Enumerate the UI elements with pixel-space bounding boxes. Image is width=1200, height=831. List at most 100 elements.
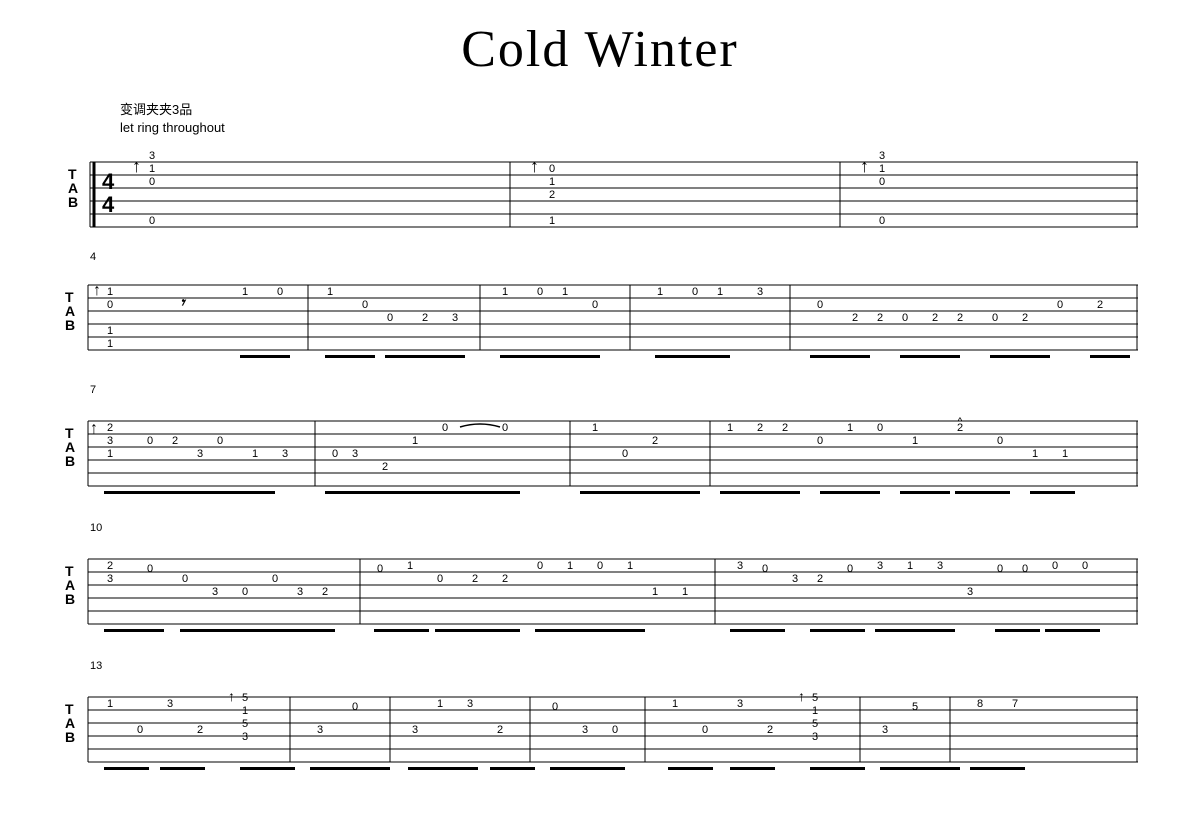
- svg-text:2: 2: [107, 560, 113, 572]
- svg-text:3: 3: [317, 724, 323, 736]
- svg-text:1: 1: [107, 698, 113, 710]
- svg-text:2: 2: [107, 422, 113, 434]
- svg-text:3: 3: [967, 586, 973, 598]
- svg-text:0: 0: [1022, 563, 1028, 575]
- svg-text:↑: ↑: [228, 688, 235, 704]
- svg-text:↑: ↑: [93, 282, 101, 299]
- tab-section-5: 13 T A B 1 0 3 2 ↑ 5 1 5 3 3 0: [60, 659, 1140, 779]
- svg-text:0: 0: [762, 563, 768, 575]
- svg-text:1: 1: [502, 286, 508, 298]
- svg-text:1: 1: [657, 286, 663, 298]
- svg-text:1: 1: [252, 448, 258, 460]
- svg-text:1: 1: [727, 422, 733, 434]
- svg-text:B: B: [65, 317, 75, 333]
- svg-text:0: 0: [1052, 560, 1058, 572]
- svg-text:5: 5: [812, 718, 818, 730]
- svg-text:1: 1: [907, 560, 913, 572]
- svg-text:↑: ↑: [530, 156, 539, 176]
- svg-text:0: 0: [182, 573, 188, 585]
- svg-text:2: 2: [322, 586, 328, 598]
- svg-text:5: 5: [812, 692, 818, 704]
- svg-text:0: 0: [537, 560, 543, 572]
- svg-text:0: 0: [552, 701, 558, 713]
- svg-text:4: 4: [102, 192, 115, 217]
- tab-staff-2: 4 T A B ↑ 1 0 1 1 𝄾 1 0: [60, 250, 1140, 365]
- svg-text:0: 0: [992, 312, 998, 324]
- svg-text:1: 1: [242, 286, 248, 298]
- tab-section-1: 变调夹夹3品 let ring throughout T A B 4 4 ↑ 3: [60, 99, 1140, 232]
- tab-staff-5: 13 T A B 1 0 3 2 ↑ 5 1 5 3 3 0: [60, 659, 1140, 779]
- svg-text:0: 0: [702, 724, 708, 736]
- svg-text:3: 3: [452, 312, 458, 324]
- svg-text:1: 1: [592, 422, 598, 434]
- svg-text:5: 5: [912, 701, 918, 713]
- svg-text:0: 0: [442, 422, 448, 434]
- svg-text:0: 0: [902, 312, 908, 324]
- svg-text:0: 0: [612, 724, 618, 736]
- svg-text:1: 1: [107, 286, 113, 298]
- svg-text:2: 2: [1022, 312, 1028, 324]
- svg-text:0: 0: [217, 435, 223, 447]
- svg-text:1: 1: [567, 560, 573, 572]
- svg-text:0: 0: [147, 435, 153, 447]
- svg-text:1: 1: [562, 286, 568, 298]
- svg-text:2: 2: [957, 422, 963, 434]
- svg-text:13: 13: [90, 660, 102, 672]
- svg-text:2: 2: [757, 422, 763, 434]
- tab-section-4: 10 T A B 2 3 0 0 3 0 0 3 2 0 1 0: [60, 521, 1140, 641]
- svg-text:2: 2: [1097, 299, 1103, 311]
- svg-text:0: 0: [597, 560, 603, 572]
- svg-text:3: 3: [107, 435, 113, 447]
- svg-text:0: 0: [137, 724, 143, 736]
- svg-text:0: 0: [437, 573, 443, 585]
- svg-text:0: 0: [817, 299, 823, 311]
- svg-text:1: 1: [912, 435, 918, 447]
- svg-text:↑: ↑: [860, 156, 869, 176]
- svg-text:1: 1: [107, 338, 113, 350]
- svg-text:3: 3: [737, 560, 743, 572]
- svg-text:3: 3: [167, 698, 173, 710]
- svg-text:2: 2: [932, 312, 938, 324]
- svg-text:8: 8: [977, 698, 983, 710]
- svg-text:1: 1: [327, 286, 333, 298]
- svg-text:3: 3: [149, 150, 155, 162]
- svg-text:0: 0: [997, 435, 1003, 447]
- tab-staff-3: 7 T A B ↑ 2 3 1 0 2 3 0 1 3 0: [60, 383, 1140, 503]
- svg-text:0: 0: [502, 422, 508, 434]
- svg-text:0: 0: [377, 563, 383, 575]
- svg-text:2: 2: [957, 312, 963, 324]
- svg-text:10: 10: [90, 522, 102, 534]
- svg-text:3: 3: [412, 724, 418, 736]
- svg-text:1: 1: [549, 215, 555, 227]
- tab-staff-1: T A B 4 4 ↑ 3 1 0 0: [60, 137, 1140, 232]
- capo-text: 变调夹夹3品: [120, 99, 1140, 118]
- svg-text:1: 1: [672, 698, 678, 710]
- svg-text:0: 0: [847, 563, 853, 575]
- svg-text:3: 3: [352, 448, 358, 460]
- svg-text:0: 0: [332, 448, 338, 460]
- svg-text:1: 1: [549, 176, 555, 188]
- svg-text:0: 0: [242, 586, 248, 598]
- svg-text:2: 2: [497, 724, 503, 736]
- svg-text:↑: ↑: [90, 420, 98, 437]
- svg-text:1: 1: [652, 586, 658, 598]
- svg-text:0: 0: [692, 286, 698, 298]
- svg-text:B: B: [68, 194, 78, 210]
- svg-text:1: 1: [149, 163, 155, 175]
- tab-staff-4: 10 T A B 2 3 0 0 3 0 0 3 2 0 1 0: [60, 521, 1140, 641]
- svg-text:3: 3: [212, 586, 218, 598]
- svg-text:0: 0: [1082, 560, 1088, 572]
- svg-text:B: B: [65, 729, 75, 745]
- svg-text:0: 0: [149, 215, 155, 227]
- svg-text:3: 3: [197, 448, 203, 460]
- svg-text:2: 2: [549, 189, 555, 201]
- svg-text:3: 3: [879, 150, 885, 162]
- svg-text:1: 1: [717, 286, 723, 298]
- svg-text:1: 1: [1062, 448, 1068, 460]
- svg-text:2: 2: [877, 312, 883, 324]
- svg-text:3: 3: [757, 286, 763, 298]
- svg-text:0: 0: [549, 163, 555, 175]
- svg-text:1: 1: [847, 422, 853, 434]
- svg-text:2: 2: [502, 573, 508, 585]
- svg-text:2: 2: [652, 435, 658, 447]
